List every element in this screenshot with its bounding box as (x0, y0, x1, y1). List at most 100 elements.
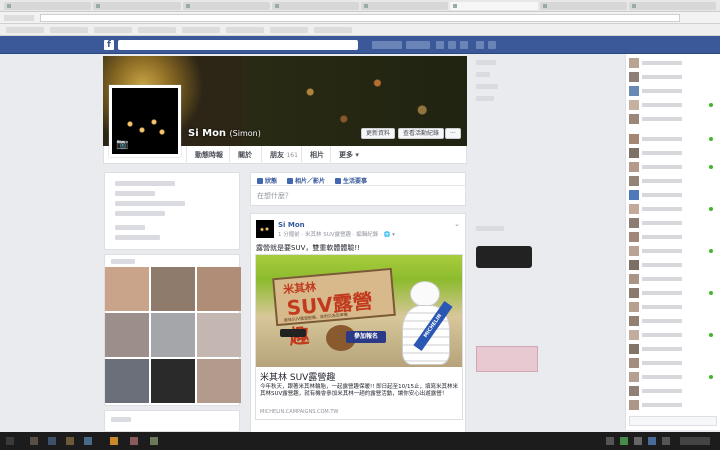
taskbar-app-icon[interactable] (66, 437, 74, 445)
chat-contact[interactable] (629, 86, 717, 96)
nav-buttons[interactable] (4, 15, 34, 21)
tab-photos[interactable]: 相片 (301, 146, 332, 164)
chat-contact[interactable] (629, 400, 717, 410)
chat-contact[interactable] (629, 100, 717, 110)
photo-thumb[interactable] (151, 359, 195, 403)
privacy-icon[interactable] (476, 41, 484, 49)
notifications-icon[interactable] (460, 41, 468, 49)
chat-contact[interactable] (629, 372, 717, 382)
bookmark-item[interactable] (6, 27, 44, 33)
link-preview-image[interactable]: 米其林 SUV露營趣 最佳SUV露營配備，我們只為您準備 參加報名 MICHEL… (256, 255, 462, 367)
photo-thumb[interactable] (151, 267, 195, 311)
tab-timeline[interactable]: 動態時報 (186, 146, 231, 164)
taskbar-app-icon[interactable] (48, 437, 56, 445)
photo-thumb[interactable] (105, 313, 149, 357)
chat-contact[interactable] (629, 72, 717, 82)
bookmark-item[interactable] (270, 27, 308, 33)
facebook-logo-icon[interactable]: f (104, 40, 114, 50)
activity-log-button[interactable]: 查看活動紀錄 (398, 128, 445, 139)
tab-friends[interactable]: 朋友 161 (261, 146, 306, 164)
intro-line (115, 235, 160, 240)
update-info-button[interactable]: 更新資料 (361, 128, 396, 139)
chat-contact[interactable] (629, 134, 717, 144)
photo-thumb[interactable] (197, 359, 241, 403)
more-options-button[interactable]: ··· (445, 128, 461, 139)
tab-about[interactable]: 關於 (229, 146, 260, 164)
chat-contact[interactable] (629, 316, 717, 326)
start-icon[interactable] (6, 437, 14, 445)
link-title[interactable]: 米其林 SUV露營趣 (260, 370, 335, 383)
photo-thumb[interactable] (197, 267, 241, 311)
taskbar-app-icon[interactable] (84, 437, 92, 445)
home-link[interactable] (406, 41, 430, 49)
taskbar-app-icon[interactable] (110, 437, 118, 445)
browser-tab-active[interactable] (450, 2, 538, 10)
chat-contact[interactable] (629, 358, 717, 368)
bookmark-item[interactable] (182, 27, 220, 33)
bookmark-item[interactable] (314, 27, 352, 33)
browser-tab[interactable] (361, 2, 449, 10)
photo-thumb[interactable] (105, 267, 149, 311)
photo-thumb[interactable] (197, 313, 241, 357)
tab-more[interactable]: 更多 ▾ (330, 146, 367, 164)
tray-icon[interactable] (634, 437, 642, 445)
bookmark-item[interactable] (94, 27, 132, 33)
chat-contact[interactable] (629, 274, 717, 284)
camera-icon[interactable]: 📷 (116, 139, 128, 150)
chat-search-input[interactable] (629, 416, 717, 426)
chat-contact[interactable] (629, 302, 717, 312)
composer-photo-tab[interactable]: 相片／影片 (287, 176, 325, 185)
search-input[interactable] (118, 40, 358, 50)
browser-tab[interactable] (93, 2, 181, 10)
tray-icon[interactable] (620, 437, 628, 445)
chat-contact[interactable] (629, 246, 717, 256)
chat-contact[interactable] (629, 330, 717, 340)
photo-thumb[interactable] (105, 359, 149, 403)
bookmark-item[interactable] (50, 27, 88, 33)
account-menu-icon[interactable] (488, 41, 496, 49)
chevron-down-icon[interactable]: ⌄ (454, 220, 460, 228)
messages-icon[interactable] (448, 41, 456, 49)
chat-contact[interactable] (629, 162, 717, 172)
taskbar-app-icon[interactable] (150, 437, 158, 445)
browser-tab[interactable] (4, 2, 92, 10)
chat-contact[interactable] (629, 148, 717, 158)
chat-contact[interactable] (629, 190, 717, 200)
chat-contact[interactable] (629, 176, 717, 186)
profile-shortcut[interactable] (372, 41, 402, 49)
tray-icon[interactable] (606, 437, 614, 445)
browser-tab[interactable] (182, 2, 270, 10)
composer-status-tab[interactable]: 狀態 (257, 176, 277, 185)
chat-contact[interactable] (629, 386, 717, 396)
url-input[interactable] (40, 14, 680, 22)
browser-tab[interactable] (628, 2, 716, 10)
sponsored-image[interactable] (476, 246, 532, 268)
photo-thumb[interactable] (151, 313, 195, 357)
browser-tab[interactable] (539, 2, 627, 10)
post-author-avatar[interactable] (256, 220, 274, 238)
profile-picture[interactable]: 📷 (109, 85, 181, 157)
clock[interactable] (680, 437, 710, 445)
chat-contact[interactable] (629, 232, 717, 242)
taskbar-app-icon[interactable] (30, 437, 38, 445)
composer-life-event-tab[interactable]: 生活要事 (335, 176, 367, 185)
browser-tab[interactable] (271, 2, 359, 10)
tray-icon[interactable] (648, 437, 656, 445)
chat-contact[interactable] (629, 288, 717, 298)
bookmark-item[interactable] (226, 27, 264, 33)
chat-contact[interactable] (629, 260, 717, 270)
bookmark-item[interactable] (138, 27, 176, 33)
friend-requests-icon[interactable] (436, 41, 444, 49)
chat-contact[interactable] (629, 204, 717, 214)
chat-contact[interactable] (629, 114, 717, 124)
profile-name[interactable]: Si Mon (Simon) (188, 128, 261, 139)
chat-contact[interactable] (629, 218, 717, 228)
chat-contact[interactable] (629, 344, 717, 354)
composer-input[interactable]: 在想什麼？ (250, 186, 466, 206)
link-preview[interactable]: 米其林 SUV露營趣 最佳SUV露營配備，我們只為您準備 參加報名 MICHEL… (255, 254, 463, 420)
sponsored-image[interactable] (476, 346, 538, 372)
taskbar-app-icon[interactable] (130, 437, 138, 445)
chat-contact[interactable] (629, 58, 717, 68)
tray-icon[interactable] (662, 437, 670, 445)
post-author-name[interactable]: Si Mon (278, 221, 305, 229)
